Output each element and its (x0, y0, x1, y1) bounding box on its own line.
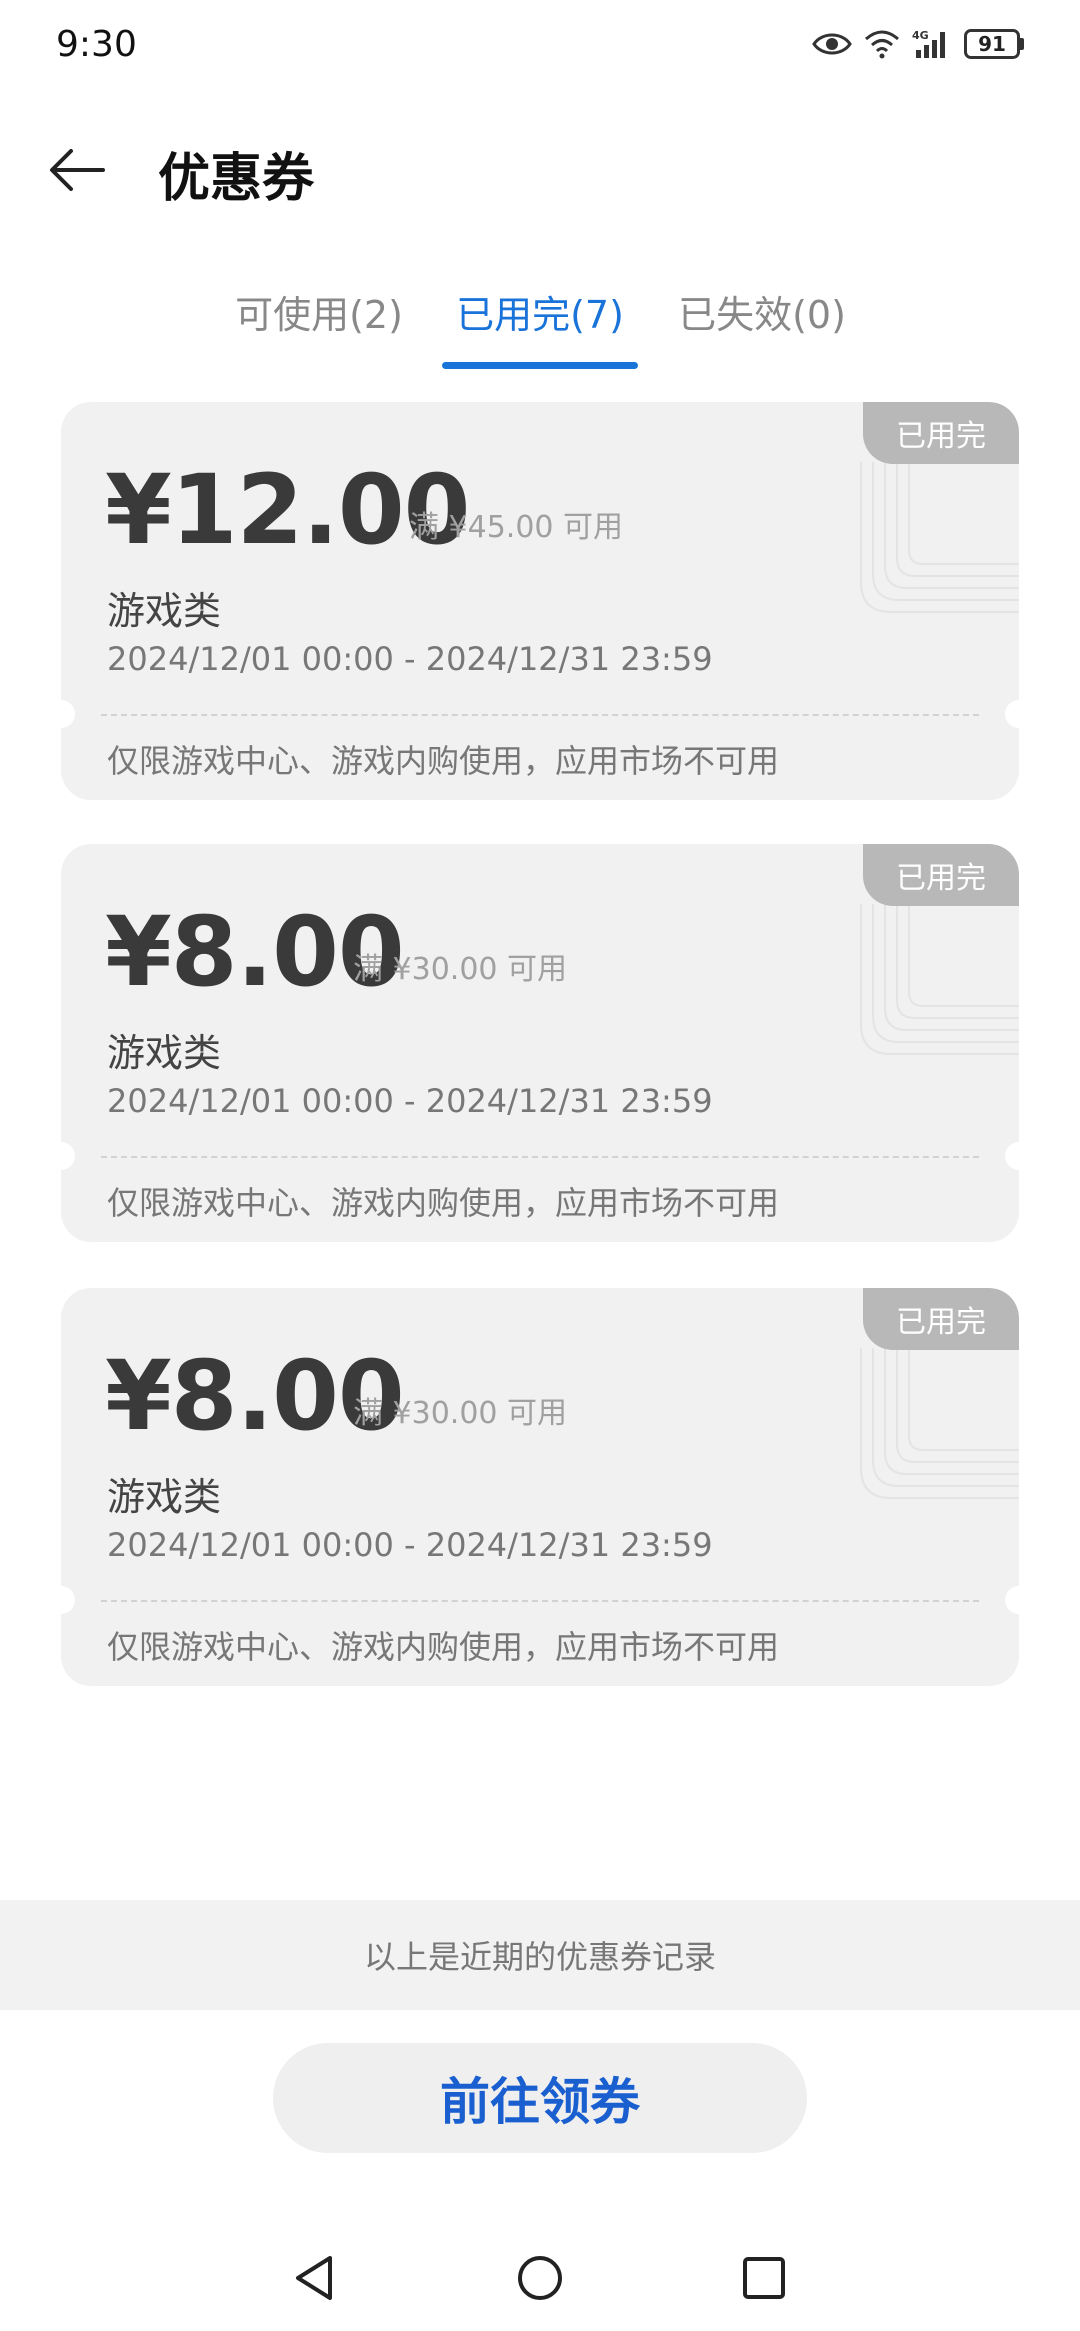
coupon-notch (1005, 1586, 1019, 1614)
back-button[interactable] (44, 144, 110, 200)
coupon-note: 仅限游戏中心、游戏内购使用，应用市场不可用 (107, 742, 780, 780)
network-type: 4G (912, 29, 929, 42)
status-icons: 4G 91 (812, 28, 1024, 60)
coupon-category: 游戏类 (107, 1031, 222, 1075)
battery-level: 91 (964, 29, 1020, 59)
battery-icon: 91 (964, 29, 1024, 59)
coupon-decoration (860, 904, 1019, 1055)
records-note: 以上是近期的优惠券记录 (0, 1900, 1080, 2010)
recents-square-icon (741, 2255, 787, 2305)
coupon-divider (101, 1156, 979, 1158)
get-coupon-button[interactable]: 前往领券 (273, 2043, 807, 2153)
coupon-note: 仅限游戏中心、游戏内购使用，应用市场不可用 (107, 1184, 780, 1222)
coupon-category: 游戏类 (107, 1475, 222, 1519)
nav-back-button[interactable] (284, 2250, 344, 2310)
nav-recents-button[interactable] (734, 2250, 794, 2310)
tab-expired[interactable]: 已失效(0) (670, 280, 854, 350)
status-badge: 已用完 (863, 844, 1019, 906)
home-circle-icon (515, 2253, 565, 2307)
coupon-card[interactable]: 已用完 ¥8.00 满 ¥30.00 可用 游戏类 2024/12/01 00:… (61, 1288, 1019, 1686)
wifi-icon (864, 29, 900, 59)
tab-used-up[interactable]: 已用完(7) (448, 280, 632, 350)
system-nav-bar (0, 2230, 1080, 2331)
status-time: 9:30 (56, 23, 137, 65)
coupon-threshold: 满 ¥45.00 可用 (409, 510, 624, 545)
coupon-threshold: 满 ¥30.00 可用 (353, 952, 568, 987)
signal-icon: 4G (912, 28, 952, 60)
eye-icon (812, 30, 852, 58)
status-bar: 9:30 4G 91 (0, 0, 1080, 88)
coupon-period: 2024/12/01 00:00 - 2024/12/31 23:59 (107, 640, 713, 678)
coupon-notch (61, 1586, 75, 1614)
status-badge: 已用完 (863, 402, 1019, 464)
header: 优惠券 (0, 120, 1080, 224)
tab-bar: 可使用(2) 已用完(7) 已失效(0) (0, 270, 1080, 370)
nav-home-button[interactable] (510, 2250, 570, 2310)
coupon-decoration (860, 462, 1019, 613)
coupon-category: 游戏类 (107, 589, 222, 633)
status-badge: 已用完 (863, 1288, 1019, 1350)
coupon-divider (101, 714, 979, 716)
coupon-period: 2024/12/01 00:00 - 2024/12/31 23:59 (107, 1082, 713, 1120)
coupon-card[interactable]: 已用完 ¥8.00 满 ¥30.00 可用 游戏类 2024/12/01 00:… (61, 844, 1019, 1242)
coupon-notch (61, 700, 75, 728)
coupon-notch (1005, 700, 1019, 728)
coupon-notch (1005, 1142, 1019, 1170)
coupon-divider (101, 1600, 979, 1602)
coupon-notch (61, 1142, 75, 1170)
coupon-threshold: 满 ¥30.00 可用 (353, 1396, 568, 1431)
coupon-decoration (860, 1348, 1019, 1499)
coupon-period: 2024/12/01 00:00 - 2024/12/31 23:59 (107, 1526, 713, 1564)
page-title: 优惠券 (158, 149, 315, 209)
coupon-note: 仅限游戏中心、游戏内购使用，应用市场不可用 (107, 1628, 780, 1666)
arrow-left-icon (47, 145, 107, 199)
tab-indicator (442, 362, 638, 369)
back-triangle-icon (292, 2254, 336, 2306)
coupon-card[interactable]: 已用完 ¥12.00 满 ¥45.00 可用 游戏类 2024/12/01 00… (61, 402, 1019, 800)
tab-available[interactable]: 可使用(2) (228, 280, 410, 350)
